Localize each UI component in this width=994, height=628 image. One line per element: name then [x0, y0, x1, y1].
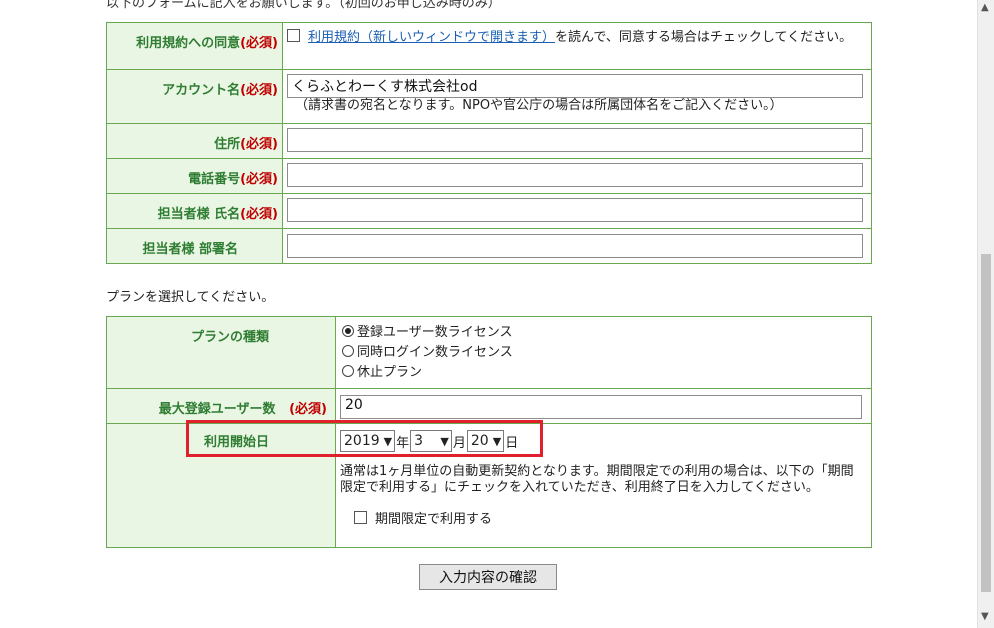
contact-name-label: 担当者様 氏名(必須) [106, 193, 283, 229]
plan-option-registered[interactable]: 登録ユーザー数ライセンス [342, 323, 863, 343]
plan-type-options: 登録ユーザー数ライセンス 同時ログイン数ライセンス 休止プラン [335, 316, 872, 389]
department-input[interactable] [287, 234, 863, 258]
account-name-label: アカウント名(必須) [106, 69, 283, 124]
terms-cell: 利用規約（新しいウィンドウで開きます）を読んで、同意する場合はチェックしてくださ… [282, 22, 872, 70]
address-input[interactable] [287, 128, 863, 152]
confirm-input-button[interactable]: 入力内容の確認 [419, 564, 557, 590]
start-date-highlight-box [186, 420, 543, 457]
limited-period-label: 期間限定で利用する [375, 512, 493, 527]
account-name-input[interactable]: くらふとわーくす株式会社od [287, 74, 863, 98]
address-label: 住所(必須) [106, 123, 283, 159]
phone-label: 電話番号(必須) [106, 158, 283, 194]
account-name-note: （請求書の宛名となります。NPOや官公庁の場合は所属団体名をご記入ください。） [295, 98, 783, 113]
scrollbar-thumb[interactable] [981, 254, 991, 592]
phone-input[interactable] [287, 163, 863, 187]
department-label: 担当者様 部署名 [106, 228, 283, 264]
max-users-input[interactable]: 20 [340, 395, 862, 419]
arrow-down-icon[interactable]: ▼ [981, 611, 989, 622]
start-date-note: 通常は1ヶ月単位の自動更新契約となります。期間限定での利用の場合は、以下の「期間… [340, 464, 854, 495]
limited-period-checkbox[interactable] [354, 511, 367, 524]
account-form-table: 利用規約への同意(必須) 利用規約（新しいウィンドウで開きます）を読んで、同意す… [106, 22, 872, 264]
terms-checkbox[interactable] [287, 29, 300, 42]
radio-icon [342, 365, 354, 377]
plan-prompt: プランを選択してください。 [106, 290, 275, 305]
contact-name-input[interactable] [287, 198, 863, 222]
terms-label: 利用規約への同意(必須) [106, 22, 283, 70]
radio-selected-icon [342, 325, 354, 337]
arrow-up-icon[interactable]: ▲ [981, 2, 989, 13]
limited-period-row[interactable]: 期間限定で利用する [340, 508, 863, 527]
radio-icon [342, 345, 354, 357]
plan-option-concurrent[interactable]: 同時ログイン数ライセンス [342, 343, 863, 363]
max-users-label: 最大登録ユーザー数 (必須) [106, 388, 336, 424]
form-intro-text: 以下のフォームに記入をお願いします。（初回のお申し込み時のみ） [106, 0, 501, 11]
plan-option-pause[interactable]: 休止プラン [342, 363, 863, 383]
plan-type-label: プランの種類 [106, 316, 336, 389]
vertical-scrollbar[interactable]: ▲ ▼ [977, 0, 994, 628]
terms-link[interactable]: 利用規約（新しいウィンドウで開きます） [308, 30, 555, 45]
terms-text: を読んで、同意する場合はチェックしてください。 [555, 30, 853, 45]
